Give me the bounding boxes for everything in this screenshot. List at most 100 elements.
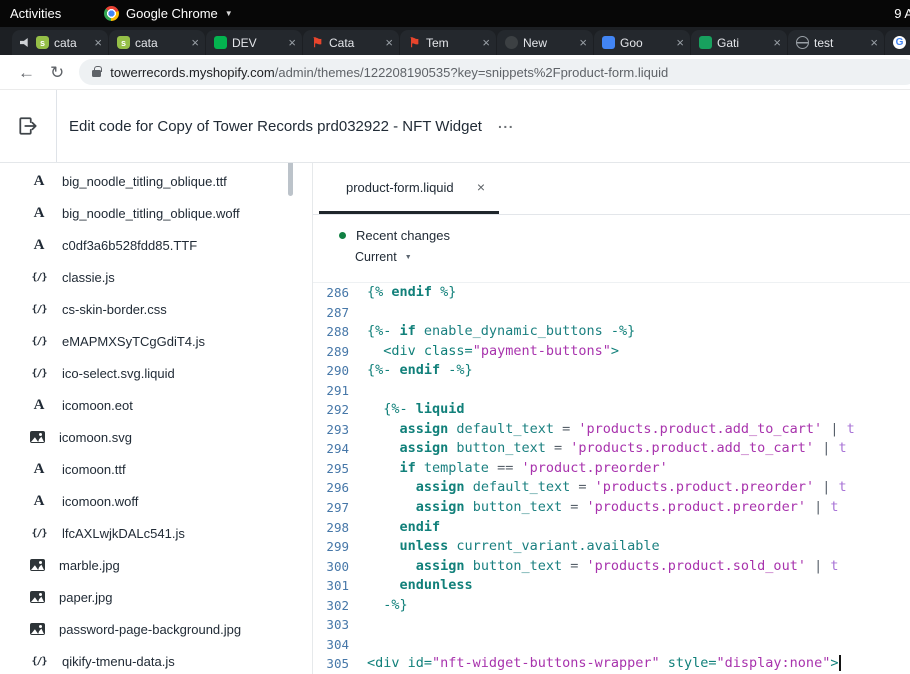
file-item-icomoon.woff[interactable]: Aicomoon.woff: [0, 485, 312, 517]
back-button[interactable]: ←: [18, 64, 35, 81]
line-number: 286: [313, 283, 359, 303]
file-item-marble.jpg[interactable]: marble.jpg: [0, 549, 312, 581]
code-line-299[interactable]: 299 unless current_variant.available: [313, 537, 910, 557]
file-item-big_noodle_titling_oblique.ttf[interactable]: Abig_noodle_titling_oblique.ttf: [0, 165, 312, 197]
code-line-302[interactable]: 302 -%}: [313, 596, 910, 616]
page-header: Edit code for Copy of Tower Records prd0…: [0, 90, 910, 163]
more-options-button[interactable]: ...: [498, 115, 514, 131]
lock-icon[interactable]: [92, 70, 101, 77]
tab-label: New: [523, 36, 577, 50]
line-number: 297: [313, 498, 359, 518]
editor-tab-product-form[interactable]: product-form.liquid ×: [319, 163, 499, 214]
code-line-298[interactable]: 298 endif: [313, 518, 910, 538]
tab-close-icon[interactable]: ×: [870, 36, 878, 49]
font-file-icon: A: [30, 493, 48, 510]
browser-tab-6[interactable]: New×: [497, 30, 593, 55]
file-item-paper.jpg[interactable]: paper.jpg: [0, 581, 312, 613]
code-line-295[interactable]: 295 if template == 'product.preorder': [313, 459, 910, 479]
line-number: 298: [313, 518, 359, 538]
tab-label: Cata: [329, 36, 383, 50]
file-item-icomoon.ttf[interactable]: Aicomoon.ttf: [0, 453, 312, 485]
browser-tab-5[interactable]: ⚑Tem×: [400, 30, 496, 55]
file-item-password-page-background.jpg[interactable]: password-page-background.jpg: [0, 613, 312, 645]
code-line-305[interactable]: 305<div id="nft-widget-buttons-wrapper" …: [313, 654, 910, 674]
code-line-300[interactable]: 300 assign button_text = 'products.produ…: [313, 557, 910, 577]
code-line-304[interactable]: 304: [313, 635, 910, 655]
editor-tab-label: product-form.liquid: [346, 180, 454, 195]
tab-label: DEV: [232, 36, 286, 50]
file-name: cs-skin-border.css: [62, 302, 167, 317]
browser-tab-3[interactable]: DEV×: [206, 30, 302, 55]
code-line-291[interactable]: 291: [313, 381, 910, 401]
code-line-293[interactable]: 293 assign default_text = 'products.prod…: [313, 420, 910, 440]
activities-button[interactable]: Activities: [10, 6, 61, 21]
file-item-cs-skin-border.css[interactable]: {/}cs-skin-border.css: [0, 293, 312, 325]
line-number: 294: [313, 439, 359, 459]
browser-tab-9[interactable]: test×: [788, 30, 884, 55]
browser-tab-4[interactable]: ⚑Cata×: [303, 30, 399, 55]
file-item-classie.js[interactable]: {/}classie.js: [0, 261, 312, 293]
google-favicon-icon: G: [893, 36, 906, 49]
file-item-ico-select.svg.liquid[interactable]: {/}ico-select.svg.liquid: [0, 357, 312, 389]
code-text: [359, 635, 910, 655]
browser-tab-10[interactable]: GG×: [885, 30, 910, 55]
os-clock[interactable]: 9 A: [894, 6, 910, 21]
tab-close-icon[interactable]: ×: [94, 36, 102, 49]
line-number: 296: [313, 478, 359, 498]
sidebar-scrollbar[interactable]: [288, 163, 293, 196]
code-line-290[interactable]: 290{%- endif -%}: [313, 361, 910, 381]
file-item-eMAPMXSyTCgGdiT4.js[interactable]: {/}eMAPMXSyTCgGdiT4.js: [0, 325, 312, 357]
tab-close-icon[interactable]: ×: [288, 36, 296, 49]
code-file-icon: {/}: [30, 528, 48, 539]
file-item-big_noodle_titling_oblique.woff[interactable]: Abig_noodle_titling_oblique.woff: [0, 197, 312, 229]
browser-tab-7[interactable]: Goo×: [594, 30, 690, 55]
code-line-292[interactable]: 292 {%- liquid: [313, 400, 910, 420]
browser-tab-8[interactable]: Gati×: [691, 30, 787, 55]
code-line-301[interactable]: 301 endunless: [313, 576, 910, 596]
line-number: 295: [313, 459, 359, 479]
file-item-lfcAXLwjkDALc541.js[interactable]: {/}lfcAXLwjkDALc541.js: [0, 517, 312, 549]
exit-editor-button[interactable]: [0, 90, 57, 162]
file-item-icomoon.eot[interactable]: Aicomoon.eot: [0, 389, 312, 421]
tab-close-icon[interactable]: ×: [385, 36, 393, 49]
code-line-287[interactable]: 287: [313, 303, 910, 323]
editor-tab-close-icon[interactable]: ×: [477, 179, 485, 195]
line-number: 287: [313, 303, 359, 323]
shopify-favicon-icon: s: [36, 36, 49, 49]
code-editor-panel: product-form.liquid × Recent changes Cur…: [312, 163, 910, 674]
tab-close-icon[interactable]: ×: [676, 36, 684, 49]
code-line-303[interactable]: 303: [313, 615, 910, 635]
file-item-c0df3a6b528fdd85.TTF[interactable]: Ac0df3a6b528fdd85.TTF: [0, 229, 312, 261]
version-dropdown[interactable]: Current ▼: [355, 250, 910, 264]
tab-close-icon[interactable]: ×: [191, 36, 199, 49]
address-bar[interactable]: towerrecords.myshopify.com/admin/themes/…: [79, 59, 910, 85]
code-line-294[interactable]: 294 assign button_text = 'products.produ…: [313, 439, 910, 459]
exit-icon: [17, 115, 39, 137]
file-item-icomoon.svg[interactable]: icomoon.svg: [0, 421, 312, 453]
reload-button[interactable]: ↻: [50, 64, 64, 81]
browser-tab-2[interactable]: scata×: [109, 30, 205, 55]
line-number: 300: [313, 557, 359, 577]
tab-close-icon[interactable]: ×: [773, 36, 781, 49]
code-text: if template == 'product.preorder': [359, 459, 910, 479]
code-line-288[interactable]: 288{%- if enable_dynamic_buttons -%}: [313, 322, 910, 342]
browser-tab-1[interactable]: scata×: [12, 30, 108, 55]
code-line-296[interactable]: 296 assign default_text = 'products.prod…: [313, 478, 910, 498]
code-line-286[interactable]: 286{% endif %}: [313, 283, 910, 303]
active-app-indicator[interactable]: Google Chrome ▼: [104, 6, 233, 21]
line-number: 290: [313, 361, 359, 381]
chevron-down-icon: ▼: [225, 9, 233, 18]
recent-changes-label: Recent changes: [356, 228, 450, 243]
url-text: towerrecords.myshopify.com/admin/themes/…: [110, 65, 668, 80]
code-line-289[interactable]: 289 <div class="payment-buttons">: [313, 342, 910, 362]
tab-label: cata: [54, 36, 92, 50]
file-name: icomoon.woff: [62, 494, 138, 509]
tab-close-icon[interactable]: ×: [482, 36, 490, 49]
file-name: password-page-background.jpg: [59, 622, 241, 637]
file-name: classie.js: [62, 270, 115, 285]
code-area[interactable]: 286{% endif %}287288{%- if enable_dynami…: [313, 283, 910, 674]
code-line-297[interactable]: 297 assign button_text = 'products.produ…: [313, 498, 910, 518]
browser-tab-strip: scata×scata×DEV×⚑Cata×⚑Tem×New×Goo×Gati×…: [0, 27, 910, 55]
file-item-qikify-tmenu-data.js[interactable]: {/}qikify-tmenu-data.js: [0, 645, 312, 674]
tab-close-icon[interactable]: ×: [579, 36, 587, 49]
